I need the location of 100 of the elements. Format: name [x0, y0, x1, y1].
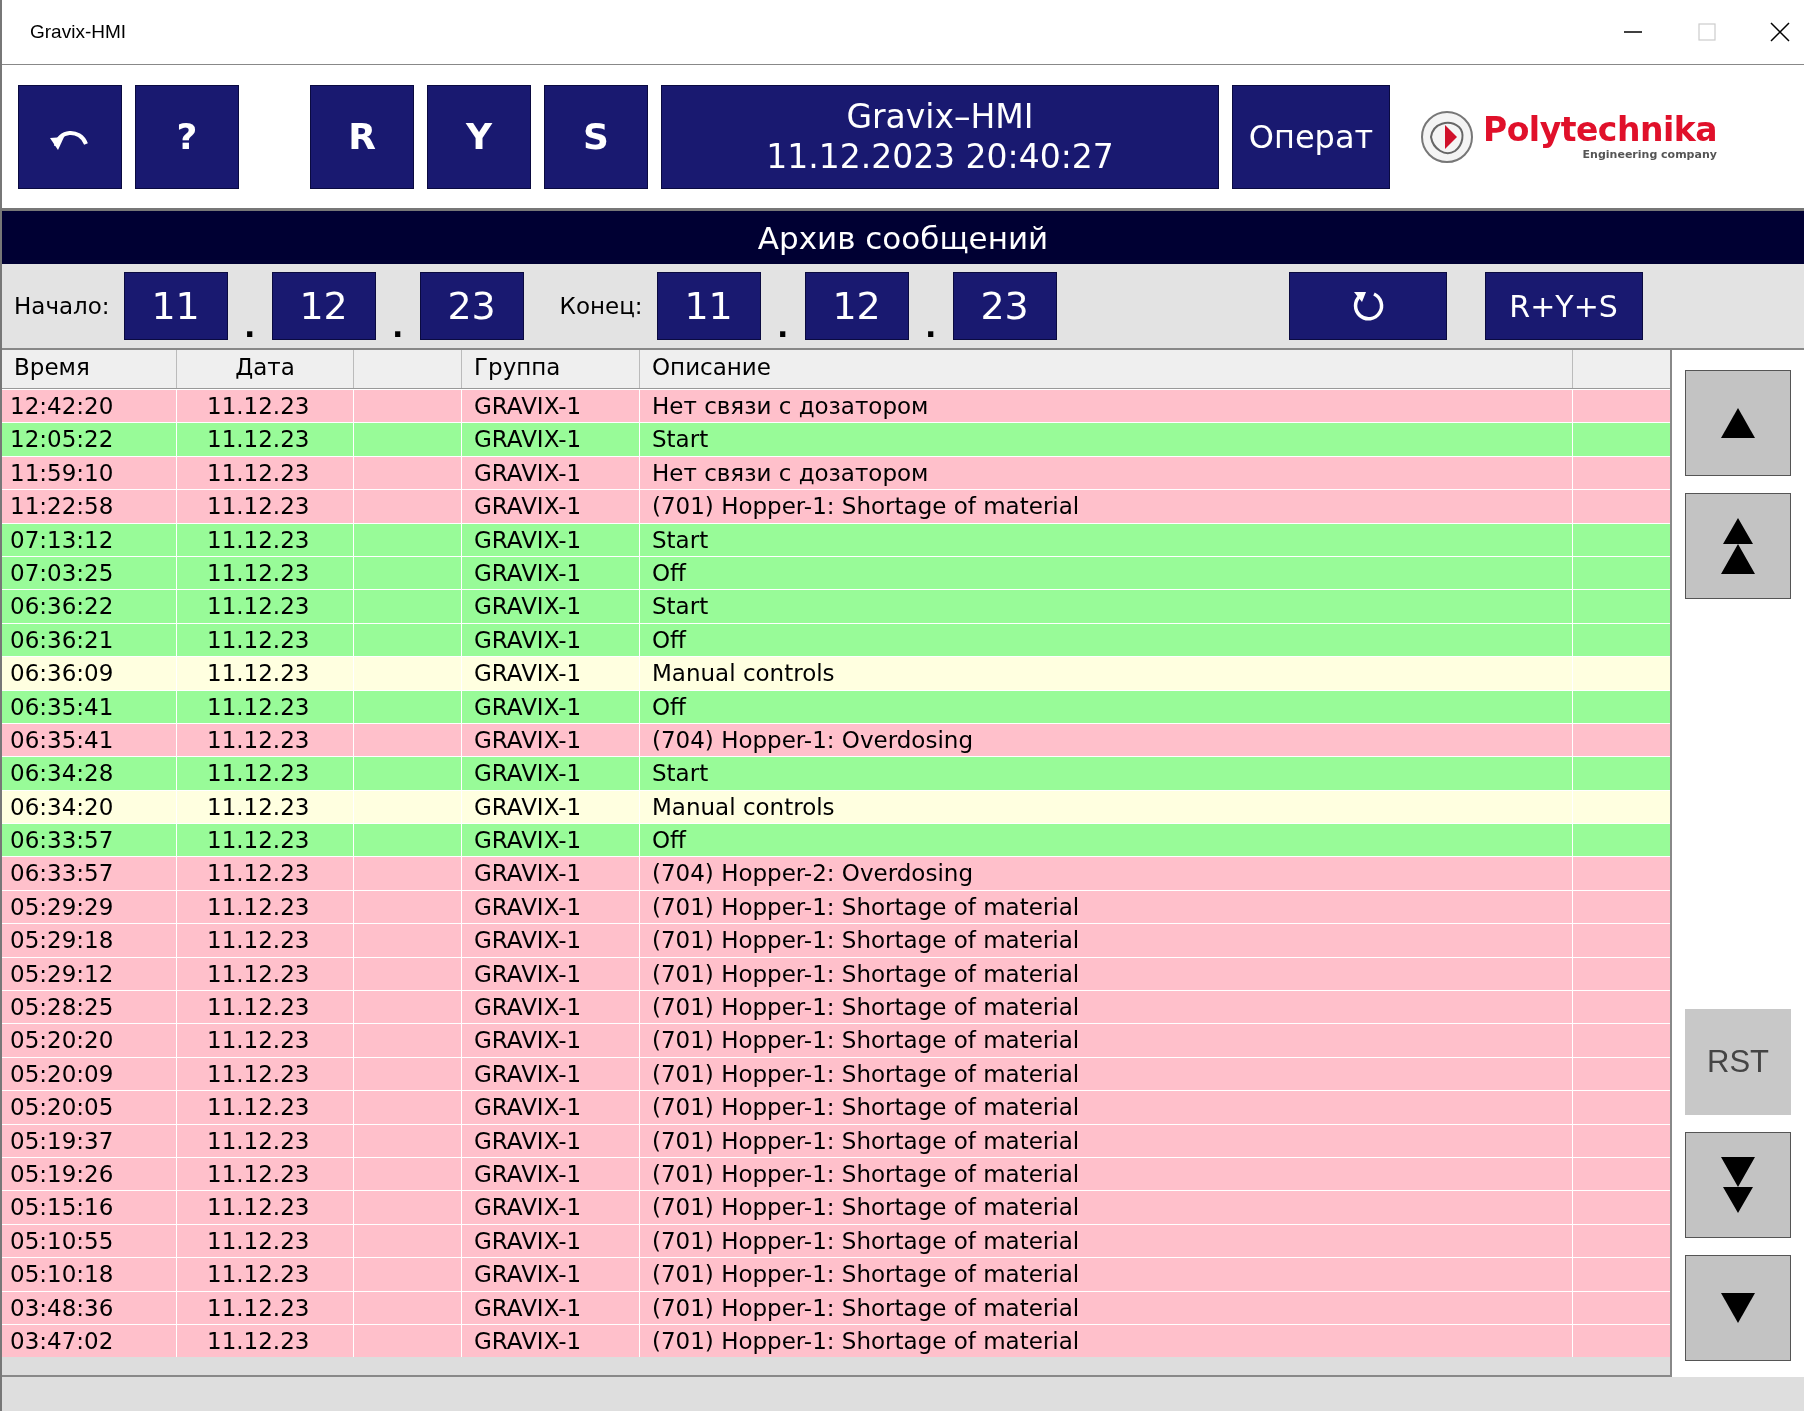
- help-button[interactable]: ?: [135, 84, 239, 189]
- description-cell: (701) Hopper-1: Shortage of material: [652, 1027, 1080, 1054]
- message-row[interactable]: 05:20:05 11.12.23 GRAVIX-1 (701) Hopper-1: Shortage of material: [2, 1090, 1670, 1124]
- date-cell: 11.12.23: [207, 1027, 310, 1054]
- time-cell: 06:35:41: [10, 726, 114, 753]
- time-cell: 07:13:12: [10, 526, 114, 553]
- time-cell: 12:42:20: [10, 393, 114, 419]
- date-field[interactable]: 23: [419, 272, 524, 340]
- group-cell: GRAVIX-1: [474, 1227, 582, 1254]
- description-cell: (701) Hopper-1: Shortage of material: [652, 1094, 1080, 1121]
- message-row[interactable]: 07:13:12 11.12.23 GRAVIX-1 Start: [2, 522, 1670, 556]
- time-cell: 11:22:58: [10, 493, 114, 520]
- group-cell: GRAVIX-1: [474, 1127, 582, 1154]
- time-cell: 05:19:37: [10, 1127, 114, 1154]
- group-cell: GRAVIX-1: [474, 1261, 582, 1288]
- message-row[interactable]: 06:33:57 11.12.23 GRAVIX-1 Off: [2, 823, 1670, 857]
- description-cell: (704) Hopper-1: Overdosing: [652, 726, 973, 753]
- double-triangle-down-icon: [1721, 1157, 1755, 1213]
- message-row[interactable]: 06:36:22 11.12.23 GRAVIX-1 Start: [2, 589, 1670, 623]
- message-row[interactable]: 05:20:20 11.12.23 GRAVIX-1 (701) Hopper-1: Shortage of material: [2, 1023, 1670, 1057]
- filter-button[interactable]: R: [310, 84, 414, 189]
- message-row[interactable]: 05:28:25 11.12.23 GRAVIX-1 (701) Hopper-1: Shortage of material: [2, 990, 1670, 1024]
- date-field[interactable]: 12: [804, 272, 909, 340]
- message-row[interactable]: 06:34:28 11.12.23 GRAVIX-1 Start: [2, 756, 1670, 790]
- message-row[interactable]: 06:33:57 11.12.23 GRAVIX-1 (704) Hopper-2: Overdosing: [2, 856, 1670, 890]
- date-separator: .: [242, 309, 257, 344]
- time-cell: 07:03:25: [10, 559, 114, 586]
- message-row[interactable]: 05:15:16 11.12.23 GRAVIX-1 (701) Hopper-1: Shortage of material: [2, 1190, 1670, 1224]
- description-cell: (701) Hopper-1: Shortage of material: [652, 493, 1080, 520]
- app-title: Gravix–HMI: [846, 96, 1034, 137]
- description-cell: Start: [652, 760, 709, 787]
- time-cell: 03:47:02: [10, 1327, 114, 1354]
- message-row[interactable]: 06:34:20 11.12.23 GRAVIX-1 Manual controls: [2, 789, 1670, 824]
- group-cell: GRAVIX-1: [474, 1161, 582, 1187]
- close-icon[interactable]: [1770, 22, 1790, 42]
- date-field[interactable]: 12: [271, 272, 376, 340]
- refresh-button[interactable]: [1288, 272, 1447, 340]
- description-cell: (701) Hopper-1: Shortage of material: [652, 1327, 1080, 1354]
- group-cell: GRAVIX-1: [474, 693, 582, 720]
- date-cell: 11.12.23: [207, 593, 310, 620]
- description-cell: (701) Hopper-1: Shortage of material: [652, 1261, 1080, 1288]
- user-button[interactable]: Операт: [1232, 84, 1390, 189]
- date-cell: 11.12.23: [207, 960, 310, 987]
- date-field[interactable]: 11: [123, 272, 228, 340]
- description-cell: Manual controls: [652, 793, 835, 820]
- date-cell: 11.12.23: [207, 760, 310, 787]
- time-cell: 06:36:09: [10, 660, 114, 687]
- description-cell: (701) Hopper-1: Shortage of material: [652, 1294, 1080, 1321]
- message-row[interactable]: 03:47:02 11.12.23 GRAVIX-1 (701) Hopper-1: Shortage of material: [2, 1323, 1670, 1358]
- group-cell: GRAVIX-1: [474, 426, 582, 453]
- message-row[interactable]: 05:19:26 11.12.23 GRAVIX-1 (701) Hopper-1: Shortage of material: [2, 1157, 1670, 1191]
- message-row[interactable]: 11:59:10 11.12.23 GRAVIX-1 Нет связи с дозатором: [2, 455, 1670, 490]
- message-row[interactable]: 06:35:41 11.12.23 GRAVIX-1 Off: [2, 689, 1670, 723]
- message-row[interactable]: 06:35:41 11.12.23 GRAVIX-1 (704) Hopper-1: Overdosing: [2, 722, 1670, 757]
- message-row[interactable]: 06:36:09 11.12.23 GRAVIX-1 Manual controls: [2, 656, 1670, 690]
- time-cell: 05:10:18: [10, 1261, 114, 1288]
- page-down-button[interactable]: [1685, 1132, 1791, 1238]
- date-cell: 11.12.23: [207, 1327, 310, 1354]
- date-cell: 11.12.23: [207, 860, 310, 887]
- date-field[interactable]: 11: [656, 272, 761, 340]
- date-cell: 11.12.23: [207, 526, 310, 553]
- message-row[interactable]: 12:42:20 11.12.23 GRAVIX-1 Нет связи с дозатором: [2, 389, 1670, 423]
- all-types-button[interactable]: R+Y+S: [1484, 272, 1643, 340]
- filter-button[interactable]: S: [544, 84, 648, 189]
- group-cell: GRAVIX-1: [474, 860, 582, 887]
- message-row[interactable]: 05:29:18 11.12.23 GRAVIX-1 (701) Hopper-1: Shortage of material: [2, 923, 1670, 957]
- date-field[interactable]: 23: [952, 272, 1057, 340]
- time-cell: 06:36:22: [10, 593, 114, 620]
- date-separator: .: [923, 309, 938, 344]
- date-cell: 11.12.23: [207, 1261, 310, 1288]
- date-cell: 11.12.23: [207, 660, 310, 687]
- date-cell: 11.12.23: [207, 927, 310, 954]
- message-row[interactable]: 05:20:09 11.12.23 GRAVIX-1 (701) Hopper-1: Shortage of material: [2, 1056, 1670, 1091]
- column-header[interactable]: Группа: [461, 350, 639, 388]
- message-row[interactable]: 05:10:18 11.12.23 GRAVIX-1 (701) Hopper-1: Shortage of material: [2, 1257, 1670, 1291]
- page-up-button[interactable]: [1685, 493, 1791, 599]
- message-row[interactable]: 11:22:58 11.12.23 GRAVIX-1 (701) Hopper-1: Shortage of material: [2, 489, 1670, 523]
- message-row[interactable]: 05:29:12 11.12.23 GRAVIX-1 (701) Hopper-1: Shortage of material: [2, 956, 1670, 991]
- date-cell: 11.12.23: [207, 1094, 310, 1121]
- time-cell: 06:33:57: [10, 827, 114, 854]
- message-row[interactable]: 03:48:36 11.12.23 GRAVIX-1 (701) Hopper-1: Shortage of material: [2, 1290, 1670, 1324]
- time-cell: 05:10:55: [10, 1227, 114, 1254]
- triangle-up-icon: [1721, 408, 1755, 438]
- group-cell: GRAVIX-1: [474, 1027, 582, 1054]
- filter-button[interactable]: Y: [427, 84, 531, 189]
- date-cell: 11.12.23: [207, 393, 310, 419]
- message-row[interactable]: 05:29:29 11.12.23 GRAVIX-1 (701) Hopper-1: Shortage of material: [2, 889, 1670, 924]
- column-header[interactable]: Дата: [176, 350, 353, 388]
- message-row[interactable]: 05:10:55 11.12.23 GRAVIX-1 (701) Hopper-1: Shortage of material: [2, 1223, 1670, 1258]
- down-button[interactable]: [1685, 1255, 1791, 1361]
- message-row[interactable]: 05:19:37 11.12.23 GRAVIX-1 (701) Hopper-1: Shortage of material: [2, 1123, 1670, 1157]
- message-row[interactable]: 07:03:25 11.12.23 GRAVIX-1 Off: [2, 555, 1670, 590]
- date-cell: 11.12.23: [207, 1294, 310, 1321]
- date-cell: 11.12.23: [207, 893, 310, 920]
- message-row[interactable]: 12:05:22 11.12.23 GRAVIX-1 Start: [2, 422, 1670, 456]
- column-header[interactable]: Описание: [639, 350, 1572, 388]
- column-header[interactable]: Время: [2, 350, 176, 388]
- up-button[interactable]: [1685, 370, 1791, 476]
- back-button[interactable]: [18, 84, 122, 189]
- message-row[interactable]: 06:36:21 11.12.23 GRAVIX-1 Off: [2, 622, 1670, 657]
